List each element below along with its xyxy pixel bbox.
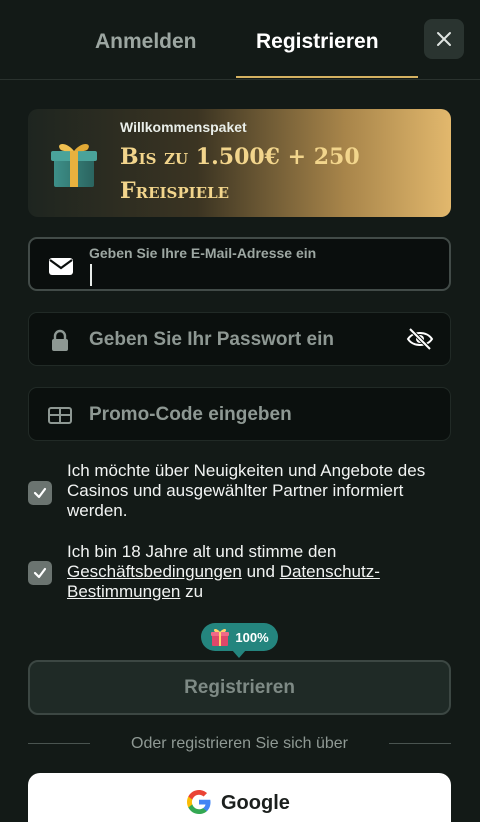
google-icon	[187, 790, 211, 814]
terms-link[interactable]: Geschäftsbedingungen	[67, 562, 242, 581]
lock-icon	[52, 329, 68, 351]
divider-line-right	[389, 743, 451, 744]
email-placeholder: Geben Sie Ihre E-Mail-Adresse ein	[89, 245, 317, 261]
ticket-icon	[48, 407, 72, 424]
consent-news-checkbox[interactable]	[28, 481, 52, 505]
envelope-icon	[49, 258, 73, 275]
bonus-percent: 100%	[235, 629, 269, 645]
divider-text: Oder registrieren Sie sich über	[131, 735, 348, 752]
consent-terms-checkbox[interactable]	[28, 561, 52, 585]
google-signup-button[interactable]: Google	[28, 773, 451, 822]
email-field[interactable]: Geben Sie Ihre E-Mail-Adresse ein	[28, 237, 451, 291]
eye-off-icon[interactable]	[406, 327, 434, 351]
consent-terms-row: Ich bin 18 Jahre alt und stimme den Gesc…	[28, 542, 451, 604]
tab-login[interactable]: Anmelden	[95, 30, 197, 54]
terms-suffix: zu	[185, 582, 204, 601]
auth-tabs: Anmelden Registrieren	[0, 0, 480, 80]
password-placeholder: Geben Sie Ihr Passwort ein	[89, 329, 334, 350]
consent-news-row: Ich möchte über Neuigkeiten und Angebote…	[28, 461, 451, 523]
password-field[interactable]: Geben Sie Ihr Passwort ein	[28, 312, 451, 366]
gift-icon	[51, 144, 97, 187]
text-caret	[90, 264, 92, 286]
social-divider: Oder registrieren Sie sich über	[28, 735, 451, 753]
active-tab-underline	[236, 76, 418, 78]
register-button[interactable]: Registrieren	[28, 660, 451, 715]
terms-prefix: Ich bin 18 Jahre alt und stimme den	[67, 542, 337, 561]
checkmark-icon	[33, 487, 47, 499]
close-button[interactable]	[424, 19, 464, 59]
promo-code-placeholder: Promo-Code eingeben	[89, 404, 292, 425]
promo-code-field[interactable]: Promo-Code eingeben	[28, 387, 451, 441]
consent-terms-text: Ich bin 18 Jahre alt und stimme den Gesc…	[67, 542, 457, 602]
bonus-badge: 100%	[201, 623, 278, 658]
tab-register[interactable]: Registrieren	[256, 30, 379, 54]
bonus-headline: Bis zu 1.500€ + 250 Freispiele	[120, 144, 360, 204]
welcome-bonus-banner: Willkommenspaket Bis zu 1.500€ + 250 Fre…	[28, 109, 451, 217]
consent-news-text: Ich möchte über Neuigkeiten und Angebote…	[67, 461, 426, 520]
gift-icon	[211, 628, 230, 646]
terms-and: und	[246, 562, 275, 581]
close-icon	[437, 32, 451, 46]
checkmark-icon	[33, 567, 47, 579]
google-label: Google	[221, 792, 290, 814]
bonus-label: Willkommenspaket	[120, 119, 247, 135]
